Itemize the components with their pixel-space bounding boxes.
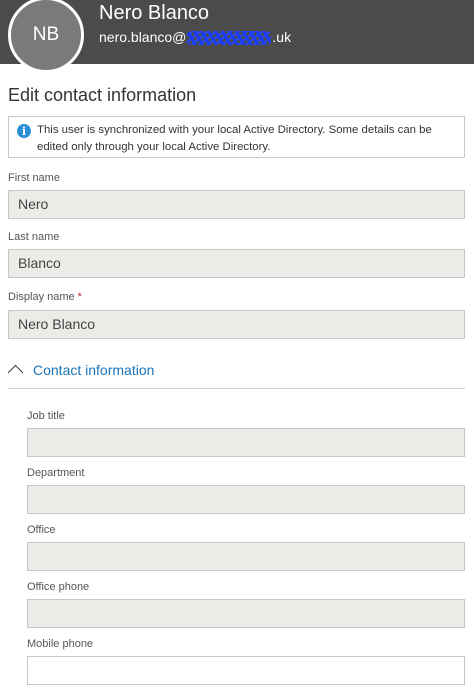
last-name-label: Last name — [8, 231, 60, 243]
department-label: Department — [27, 467, 85, 479]
job-title-label: Job title — [27, 410, 65, 422]
page-title: Edit contact information — [8, 85, 197, 105]
info-icon: i — [17, 124, 31, 138]
office-label: Office — [27, 524, 56, 536]
display-name-label-text: Display name — [8, 291, 75, 303]
contact-information-toggle[interactable]: Contact information — [7, 361, 465, 389]
display-name-field[interactable]: Nero Blanco — [8, 310, 465, 339]
department-field[interactable] — [27, 485, 465, 514]
user-display-name: Nero Blanco — [99, 2, 210, 24]
sync-notice-text: This user is synchronized with your loca… — [37, 124, 432, 153]
office-phone-field[interactable] — [27, 599, 465, 628]
office-phone-label: Office phone — [27, 581, 90, 593]
mobile-phone-field[interactable] — [27, 656, 465, 685]
required-marker: * — [77, 291, 82, 303]
redaction-scribble — [187, 31, 272, 46]
profile-header: NB Nero Blanco nero.blanco@ .uk — [0, 0, 474, 73]
first-name-label: First name — [8, 172, 60, 184]
last-name-field[interactable]: Blanco — [8, 249, 465, 278]
first-name-field[interactable]: Nero — [8, 190, 465, 219]
display-name-label: Display name * — [8, 291, 82, 303]
email-prefix: nero.blanco@ — [99, 29, 187, 45]
avatar: NB — [8, 0, 84, 73]
mobile-phone-label: Mobile phone — [27, 638, 94, 650]
contact-information-label: Contact information — [33, 362, 155, 378]
chevron-up-icon — [7, 364, 24, 381]
office-field[interactable] — [27, 542, 465, 571]
sync-notice: i This user is synchronized with your lo… — [8, 116, 465, 158]
user-email: nero.blanco@ .uk — [99, 29, 292, 46]
job-title-field[interactable] — [27, 428, 465, 457]
email-suffix: .uk — [272, 29, 292, 45]
